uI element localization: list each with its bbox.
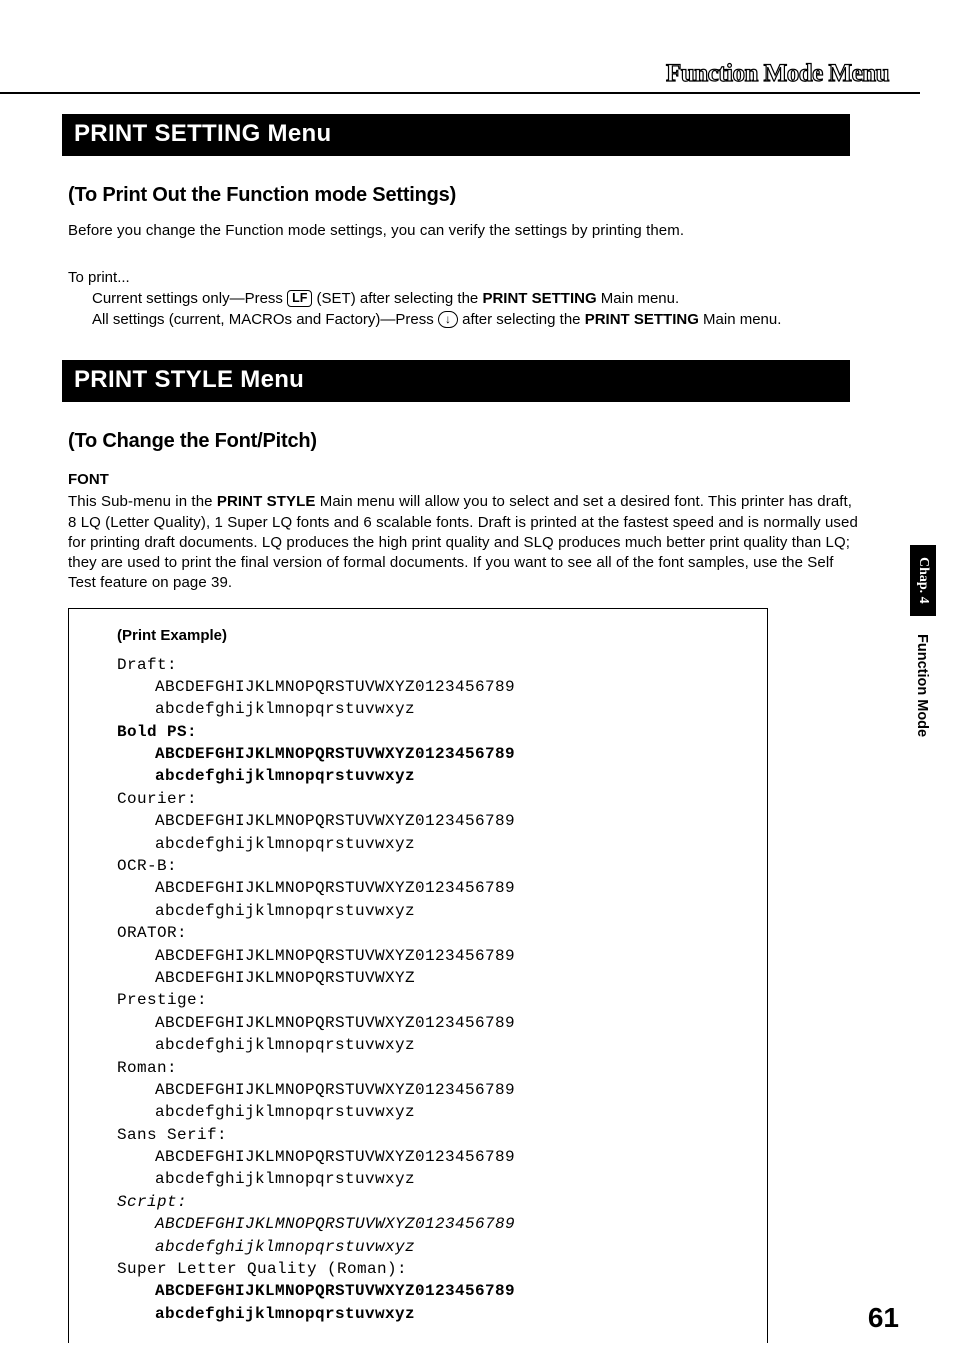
sample-draft: Draft: ABCDEFGHIJKLMNOPQRSTUVWXYZ0123456… xyxy=(117,654,739,721)
subtitle-font-pitch: (To Change the Font/Pitch) xyxy=(68,430,894,453)
sample-line: ABCDEFGHIJKLMNOPQRSTUVWXYZ0123456789 xyxy=(117,810,739,832)
sample-script: Script: ABCDEFGHIJKLMNOPQRSTUVWXYZ012345… xyxy=(117,1191,739,1258)
section-bar-print-setting: PRINT SETTING Menu xyxy=(62,114,850,156)
font-name-slq: Super Letter Quality (Roman): xyxy=(117,1258,739,1280)
font-heading: FONT xyxy=(68,471,894,488)
font-name-sans: Sans Serif: xyxy=(117,1124,739,1146)
print-example-title: (Print Example) xyxy=(117,627,739,644)
font-name-script: Script: xyxy=(117,1191,739,1213)
font-name-courier: Courier: xyxy=(117,788,739,810)
sample-line: abcdefghijklmnopqrstuvwxyz xyxy=(117,1101,739,1123)
desc-bold: PRINT STYLE xyxy=(217,493,316,510)
sample-line: ABCDEFGHIJKLMNOPQRSTUVWXYZ0123456789 xyxy=(117,1012,739,1034)
side-tabs: Chap. 4 Function Mode xyxy=(910,545,936,749)
line1-text-b: (SET) after selecting the xyxy=(312,290,482,307)
intro-paragraph: Before you change the Function mode sett… xyxy=(68,221,894,241)
page-container: Function Mode Menu PRINT SETTING Menu (T… xyxy=(0,0,954,1364)
font-description: This Sub-menu in the PRINT STYLE Main me… xyxy=(68,492,858,593)
sample-line: abcdefghijklmnopqrstuvwxyz xyxy=(117,698,739,720)
line1-bold: PRINT SETTING xyxy=(482,290,596,307)
font-name-boldps: Bold PS: xyxy=(117,721,739,743)
instructions-block: Current settings only—Press LF (SET) aft… xyxy=(92,288,832,330)
line2-text-a: All settings (current, MACROs and Factor… xyxy=(92,311,438,328)
sample-slq: Super Letter Quality (Roman): ABCDEFGHIJ… xyxy=(117,1258,739,1325)
sample-line: abcdefghijklmnopqrstuvwxyz xyxy=(117,833,739,855)
print-example-box: (Print Example) Draft: ABCDEFGHIJKLMNOPQ… xyxy=(68,608,768,1344)
sample-line: ABCDEFGHIJKLMNOPQRSTUVWXYZ0123456789 xyxy=(117,1079,739,1101)
sample-roman: Roman: ABCDEFGHIJKLMNOPQRSTUVWXYZ0123456… xyxy=(117,1057,739,1124)
sample-line: abcdefghijklmnopqrstuvwxyz xyxy=(117,900,739,922)
subtitle-print-out: (To Print Out the Function mode Settings… xyxy=(68,184,894,207)
line2-bold: PRINT SETTING xyxy=(585,311,699,328)
chapter-tab: Chap. 4 xyxy=(910,545,936,616)
sample-courier: Courier: ABCDEFGHIJKLMNOPQRSTUVWXYZ01234… xyxy=(117,788,739,855)
sample-line: ABCDEFGHIJKLMNOPQRSTUVWXYZ0123456789 xyxy=(117,743,739,765)
sample-sans: Sans Serif: ABCDEFGHIJKLMNOPQRSTUVWXYZ01… xyxy=(117,1124,739,1191)
sample-bold-ps: Bold PS: ABCDEFGHIJKLMNOPQRSTUVWXYZ01234… xyxy=(117,721,739,788)
sample-line: ABCDEFGHIJKLMNOPQRSTUVWXYZ0123456789 xyxy=(117,945,739,967)
line2-text-c: Main menu. xyxy=(699,311,782,328)
font-name-ocrb: OCR-B: xyxy=(117,855,739,877)
down-arrow-key-icon: ↓ xyxy=(438,311,458,328)
sample-line: abcdefghijklmnopqrstuvwxyz xyxy=(117,765,739,787)
header-outline-title: Function Mode Menu xyxy=(666,60,889,88)
sample-line: abcdefghijklmnopqrstuvwxyz xyxy=(117,1303,739,1325)
sample-line: ABCDEFGHIJKLMNOPQRSTUVWXYZ0123456789 xyxy=(117,1280,739,1302)
sample-orator: ORATOR: ABCDEFGHIJKLMNOPQRSTUVWXYZ012345… xyxy=(117,922,739,989)
sample-line: ABCDEFGHIJKLMNOPQRSTUVWXYZ0123456789 xyxy=(117,877,739,899)
sample-line: abcdefghijklmnopqrstuvwxyz xyxy=(117,1168,739,1190)
font-name-roman: Roman: xyxy=(117,1057,739,1079)
line1-text-a: Current settings only—Press xyxy=(92,290,287,307)
line1-text-c: Main menu. xyxy=(597,290,680,307)
font-name-draft: Draft: xyxy=(117,654,739,676)
line2-text-b: after selecting the xyxy=(458,311,585,328)
sample-line: ABCDEFGHIJKLMNOPQRSTUVWXYZ0123456789 xyxy=(117,1146,739,1168)
sample-line: ABCDEFGHIJKLMNOPQRSTUVWXYZ0123456789 xyxy=(117,1213,739,1235)
font-name-orator: ORATOR: xyxy=(117,922,739,944)
sample-line: ABCDEFGHIJKLMNOPQRSTUVWXYZ0123456789 xyxy=(117,676,739,698)
desc-a: This Sub-menu in the xyxy=(68,493,217,510)
lf-key-icon: LF xyxy=(287,290,312,307)
horizontal-rule xyxy=(0,92,920,94)
to-print-label: To print... xyxy=(68,269,894,286)
page-number: 61 xyxy=(868,1302,899,1334)
sample-prestige: Prestige: ABCDEFGHIJKLMNOPQRSTUVWXYZ0123… xyxy=(117,989,739,1056)
sample-ocrb: OCR-B: ABCDEFGHIJKLMNOPQRSTUVWXYZ0123456… xyxy=(117,855,739,922)
section-bar-print-style: PRINT STYLE Menu xyxy=(62,360,850,402)
sample-line: abcdefghijklmnopqrstuvwxyz xyxy=(117,1034,739,1056)
font-name-prestige: Prestige: xyxy=(117,989,739,1011)
section-tab: Function Mode xyxy=(910,616,934,749)
sample-line: ABCDEFGHIJKLMNOPQRSTUVWXYZ xyxy=(117,967,739,989)
sample-line: abcdefghijklmnopqrstuvwxyz xyxy=(117,1236,739,1258)
